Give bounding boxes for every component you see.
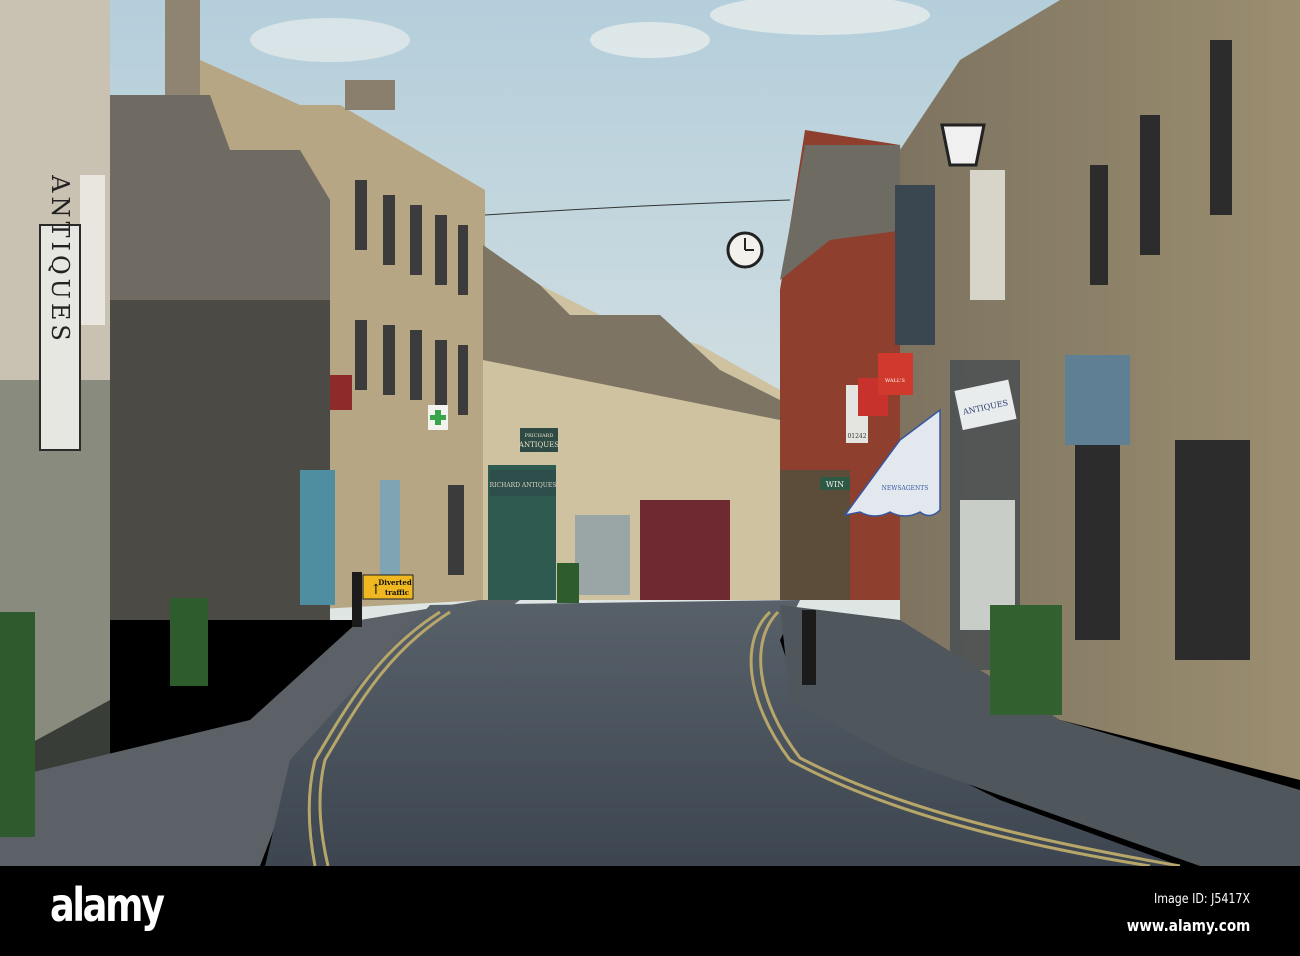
site-url: www.alamy.com (1126, 916, 1250, 935)
stock-photo: ANTIQUES PRICHARD ANTIQUES RICHARD ANTIQ… (0, 0, 1300, 956)
alamy-logo: alamy (50, 878, 165, 932)
bollard (352, 572, 362, 627)
red-shopfront (640, 500, 730, 600)
hanging-sign (330, 375, 352, 410)
chimney (165, 0, 200, 95)
cloud (590, 22, 710, 58)
teal-shopfront (300, 470, 335, 605)
cloud (250, 18, 410, 62)
walls-flag-text: WALL'S (885, 378, 906, 384)
wheelie-bin (0, 612, 35, 837)
awning-text: NEWSAGENTS (882, 485, 929, 492)
bollard (802, 610, 816, 685)
antiques-vertical-text: ANTIQUES (46, 174, 74, 345)
walls-flag (878, 353, 913, 395)
street-scene: ANTIQUES PRICHARD ANTIQUES RICHARD ANTIQ… (0, 0, 1300, 866)
prichard-sign-bottom: ANTIQUES (518, 441, 559, 449)
diversion-line1: Diverted (378, 578, 412, 587)
footer-bar: alamy Image ID: J5417X www.alamy.com (0, 866, 1300, 956)
green-shop-sign-text: WIN (826, 480, 844, 489)
shopfront-fascia-text: RICHARD ANTIQUES (490, 482, 557, 489)
diversion-line2: traffic (385, 588, 409, 597)
phone-sign-text: 01242 (847, 433, 866, 440)
image-id: Image ID: J5417X (1153, 892, 1250, 907)
wheelie-bin (170, 598, 208, 686)
prichard-sign-top: PRICHARD (525, 433, 554, 439)
wheelie-bin (557, 563, 579, 603)
shopfront-window (575, 515, 630, 595)
street-lamp-icon (940, 123, 986, 167)
hanging-hat-sign (1065, 355, 1130, 445)
left-timber-building (110, 300, 330, 620)
chimney (345, 80, 395, 110)
wheelie-bin (990, 605, 1062, 715)
